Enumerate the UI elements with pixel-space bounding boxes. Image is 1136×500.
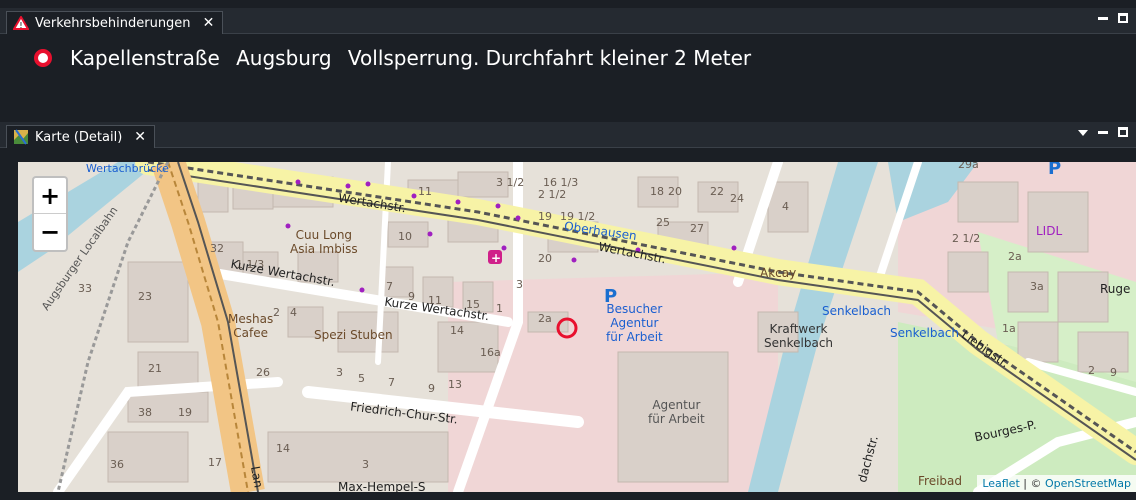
svg-text:9: 9 [1110,366,1117,379]
svg-text:3 1/2: 3 1/2 [496,176,524,189]
map-canvas[interactable]: 3 1/2 16 1/32 1/2 18 20 2224 1119 19 1/2 25 2… [18,162,1136,492]
svg-text:P: P [1048,162,1061,179]
svg-text:20: 20 [668,185,682,198]
message-city: Augsburg [236,46,332,70]
close-icon[interactable]: ✕ [134,129,146,145]
svg-text:19: 19 [538,210,552,223]
map-label: Besucher Agentur für Arbeit [606,302,663,344]
svg-text:2: 2 [273,306,280,319]
map-label: Kraftwerk Senkelbach [764,322,834,350]
zoom-out-button[interactable]: − [34,214,66,250]
svg-text:38: 38 [138,406,152,419]
minimize-button[interactable] [1098,131,1108,134]
svg-text:3a: 3a [1030,280,1044,293]
svg-text:29a: 29a [958,162,979,171]
map-label: LIDL [1036,224,1063,238]
svg-text:2 1/2: 2 1/2 [952,232,980,245]
message-text: Vollsperrung. Durchfahrt kleiner 2 Meter [347,46,752,70]
svg-text:17: 17 [208,456,222,469]
tab-map-label: Karte (Detail) [35,129,123,145]
svg-text:10: 10 [398,230,412,243]
map-label: Wertachbrücke [86,162,169,175]
osm-link[interactable]: OpenStreetMap [1045,477,1131,490]
svg-text:16a: 16a [480,346,501,359]
traffic-tabbar: ! Verkehrsbehinderungen ✕ [0,8,1136,34]
svg-text:20: 20 [538,252,552,265]
svg-text:1: 1 [496,302,503,315]
svg-text:33: 33 [78,282,92,295]
svg-text:23: 23 [138,290,152,303]
message-street: Kapellenstraße [70,46,220,70]
svg-text:24: 24 [730,192,744,205]
maximize-button[interactable] [1118,127,1128,137]
map-label: Cuu Long Asia Imbiss [290,228,358,256]
svg-text:2a: 2a [1008,250,1022,263]
map-tabbar: Karte (Detail) ✕ [0,122,1136,148]
svg-text:11: 11 [418,185,432,198]
chevron-down-icon[interactable] [1078,130,1088,136]
traffic-message[interactable]: Kapellenstraße Augsburg Vollsperrung. Du… [34,46,761,70]
map-panel: Karte (Detail) ✕ 3 1/2 16 1/3 2 1/2 18 2… [0,122,1136,500]
svg-text:19: 19 [178,406,192,419]
svg-text:3: 3 [336,366,343,379]
svg-text:32: 32 [210,242,224,255]
svg-text:22: 22 [710,185,724,198]
zoom-control: + − [32,176,68,252]
svg-text:4: 4 [782,200,789,213]
svg-text:2: 2 [1088,364,1095,377]
map-label: Senkelbach [822,304,892,318]
tab-traffic[interactable]: ! Verkehrsbehinderungen ✕ [6,11,224,34]
leaflet-link[interactable]: Leaflet [982,477,1019,490]
attribution-separator: | © [1019,477,1045,490]
warning-icon: ! [13,16,29,30]
svg-text:14: 14 [450,324,464,337]
svg-text:13: 13 [448,378,462,391]
traffic-panel: ! Verkehrsbehinderungen ✕ Kapellenstraße… [0,0,1136,122]
map-label: Senkelbach [890,326,960,340]
map-label: Max-Hempel-S [338,480,426,492]
map-label: Spezi Stuben [314,328,393,342]
svg-text:!: ! [19,21,22,30]
tab-traffic-label: Verkehrsbehinderungen [35,15,191,31]
map-icon [14,129,28,145]
svg-text:3: 3 [516,278,523,291]
map-label: Agentur für Arbeit [648,398,705,426]
svg-text:18: 18 [650,185,664,198]
tab-map[interactable]: Karte (Detail) ✕ [6,125,156,148]
svg-text:21: 21 [148,362,162,375]
incident-marker-icon [34,49,52,67]
svg-text:26: 26 [256,366,270,379]
svg-text:9: 9 [428,382,435,395]
map-attribution: Leaflet | © OpenStreetMap [977,475,1136,492]
svg-text:1a: 1a [1002,322,1016,335]
maximize-button[interactable] [1118,13,1128,23]
map-label: Akcay [760,266,797,280]
svg-text:7: 7 [386,280,393,293]
svg-text:5: 5 [358,372,365,385]
svg-text:7: 7 [388,376,395,389]
svg-text:27: 27 [690,222,704,235]
svg-text:4: 4 [290,306,297,319]
svg-text:25: 25 [656,216,670,229]
map-label: Freibad [918,474,963,488]
close-icon[interactable]: ✕ [203,15,215,31]
svg-text:2 1/2: 2 1/2 [538,188,566,201]
minimize-button[interactable] [1098,17,1108,20]
svg-text:2a: 2a [538,312,552,325]
svg-text:+: + [491,251,501,265]
svg-text:3: 3 [362,458,369,471]
map-label: Meshas Cafee [228,312,274,340]
svg-text:36: 36 [110,458,124,471]
zoom-in-button[interactable]: + [34,178,66,214]
svg-text:14: 14 [276,442,290,455]
map-label: Ruge [1100,282,1131,296]
map-view[interactable]: 3 1/2 16 1/3 2 1/2 18 20 22 24 11 19 19 1/2 25 2… [18,162,1136,492]
